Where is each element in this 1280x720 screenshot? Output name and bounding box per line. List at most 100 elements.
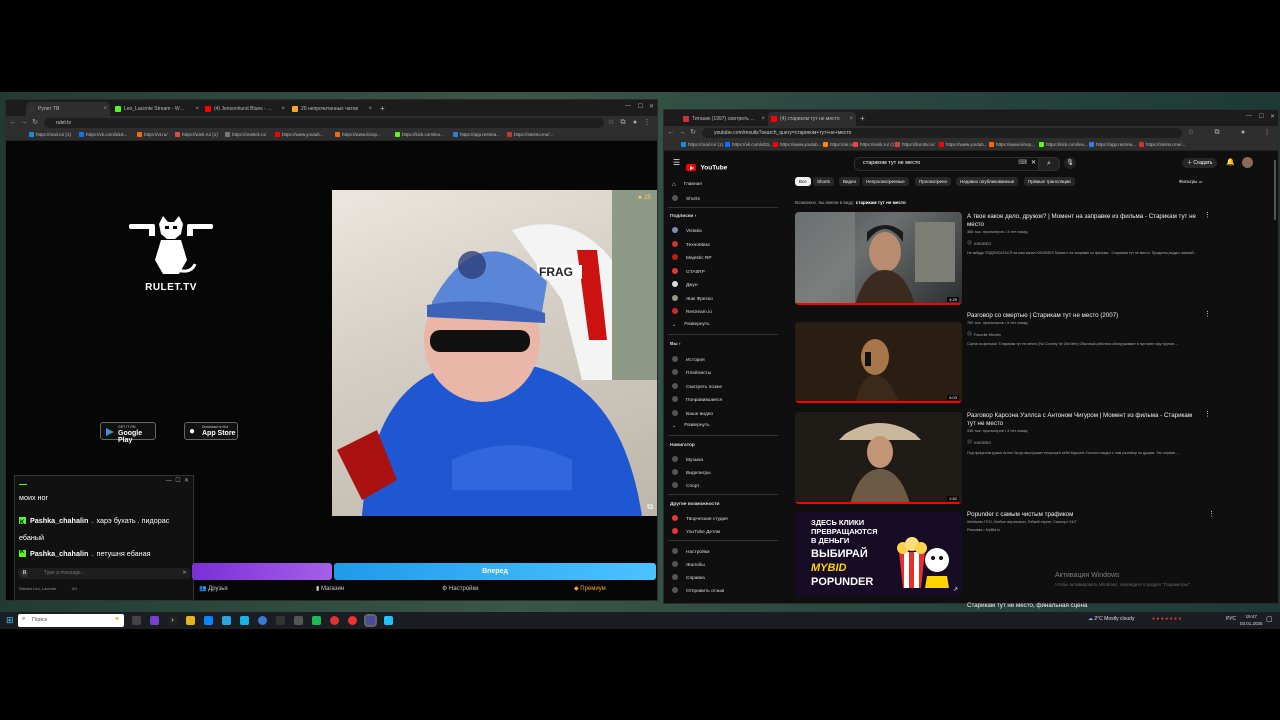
bookmark-item[interactable]: https://vt.ru/: [136, 131, 168, 139]
sidebar-item-sports[interactable]: Спорт: [672, 482, 700, 489]
back-icon[interactable]: ←: [666, 128, 676, 138]
taskbar-app-icon[interactable]: [150, 616, 159, 625]
taskbar-app-icon[interactable]: [276, 616, 285, 625]
sidebar-sub-item[interactable]: GTA5RP: [672, 268, 705, 275]
video-title[interactable]: А твое какое дело, дружок? | Момент на з…: [967, 213, 1197, 229]
app-store-button[interactable]: ● Download on the App Store: [184, 422, 238, 440]
chat-window-controls[interactable]: — ☐ ✕: [166, 477, 189, 484]
maximize-icon[interactable]: ☐: [638, 103, 643, 110]
sidebar-item-liked[interactable]: Понравившиеся: [672, 396, 722, 403]
sidebar-item-feedback[interactable]: Отправить отзыв: [672, 587, 724, 594]
windows-start-icon[interactable]: ⊞: [6, 615, 14, 626]
taskbar-app-icon[interactable]: [330, 616, 339, 625]
bookmark-item[interactable]: https://www.kinop...: [988, 141, 1035, 149]
sidebar-item-music[interactable]: Музыка: [672, 456, 703, 463]
more-options-icon[interactable]: ⋮: [1204, 211, 1211, 219]
chip-shorts[interactable]: Shorts: [813, 177, 835, 186]
maximize-icon[interactable]: ☐: [1259, 113, 1264, 120]
notifications-icon[interactable]: 🔔: [1226, 158, 1235, 166]
sidebar-item-watch-later[interactable]: Смотреть позже: [672, 383, 722, 390]
chrome-icon[interactable]: [348, 616, 357, 625]
language-indicator[interactable]: РУС: [1226, 616, 1236, 622]
webcam-video[interactable]: FRAG ★ 25 ⧉: [332, 190, 657, 516]
video-thumbnail[interactable]: 2:52: [795, 412, 962, 504]
scrollbar[interactable]: [1274, 160, 1276, 220]
ad-sponsor[interactable]: Реклама • MyBid.io: [967, 528, 1000, 532]
url-field[interactable]: youtube.com/results?search_query=старико…: [702, 128, 1182, 138]
sidebar-sub-item[interactable]: ТехноМикс: [672, 241, 710, 248]
bookmark-item[interactable]: https://www.youtub...: [772, 141, 822, 149]
sidebar-item-kids[interactable]: YouTube Детям: [672, 528, 720, 535]
video-thumbnail[interactable]: 6:03: [795, 322, 962, 403]
chip-watched[interactable]: Просмотрено: [915, 177, 952, 186]
camera-switch-icon[interactable]: ⧉: [647, 502, 653, 512]
close-tab-icon[interactable]: ×: [849, 112, 853, 126]
ad-thumbnail[interactable]: ЗДЕСЬ КЛИКИ ПРЕВРАЩАЮТСЯ В ДЕНЬГИ ВЫБИРА…: [795, 512, 962, 596]
taskbar-app-icon[interactable]: [240, 616, 249, 625]
extensions-icon[interactable]: ⧉: [1212, 128, 1222, 138]
nav-shop[interactable]: ▮ Магазин: [316, 585, 344, 592]
telegram-icon[interactable]: [222, 616, 231, 625]
bookmark-item[interactable]: https://wink.ru/ (1): [852, 141, 896, 149]
clear-search-icon[interactable]: ✕: [1031, 159, 1036, 166]
taskbar-app-icon[interactable]: ›: [168, 616, 177, 625]
sidebar-item-history[interactable]: История: [672, 356, 705, 363]
bookmark-item[interactable]: https://onetick.ru/: [224, 131, 266, 139]
menu-icon[interactable]: ⋮: [642, 118, 652, 128]
bookmark-item[interactable]: https://mail.ru/ (1): [680, 141, 723, 149]
sidebar-sub-item[interactable]: Жак Фреско: [672, 295, 713, 302]
file-explorer-icon[interactable]: [186, 616, 195, 625]
close-tab-icon[interactable]: ×: [103, 102, 107, 116]
forward-icon[interactable]: →: [19, 118, 29, 128]
nav-settings[interactable]: ⚙ Настройки: [442, 585, 478, 592]
bookmark-item[interactable]: https://www.youtub...: [938, 141, 988, 149]
bookmark-item[interactable]: https://vk.com/id15...: [724, 141, 773, 149]
sidebar-expand[interactable]: ⌄ Развернуть: [672, 322, 710, 328]
close-window-icon[interactable]: ✕: [649, 103, 654, 110]
sidebar-sub-item[interactable]: Restream.io: [672, 308, 712, 315]
minimize-icon[interactable]: —: [1246, 113, 1252, 119]
sidebar-item-your-videos[interactable]: Ваше видео: [672, 410, 713, 417]
profile-icon[interactable]: ●: [630, 118, 640, 128]
taskbar-app-icon[interactable]: [384, 616, 393, 625]
video-title[interactable]: Разговор со смертью | Старикам тут не ме…: [967, 312, 1197, 320]
close-window-icon[interactable]: ✕: [1270, 113, 1275, 120]
bookmark-item[interactable]: https://app.restrea...: [452, 131, 500, 139]
chip-unwatched[interactable]: Непросмотренные: [862, 177, 909, 186]
obs-icon[interactable]: [364, 614, 377, 627]
tab-rulet[interactable]: Рулет ТВ ×: [26, 102, 110, 116]
chip-live[interactable]: Прямые трансляции: [1024, 177, 1075, 186]
weather-widget[interactable]: ☁ 2°C Mostly cloudy: [1088, 616, 1134, 622]
sidebar-item-home[interactable]: ⌂ Главная: [672, 182, 702, 188]
bookmark-item[interactable]: https://ok.ru/: [822, 141, 855, 149]
sidebar-item-reports[interactable]: Жалобы: [672, 561, 705, 568]
taskbar-app-icon[interactable]: [312, 616, 321, 625]
youtube-logo[interactable]: YouTube: [686, 159, 727, 172]
minimize-icon[interactable]: —: [625, 103, 631, 109]
tab-kick-stream[interactable]: Leo_Laconte Stream - Watch Li×: [112, 102, 202, 116]
extensions-icon[interactable]: ⧉: [618, 118, 628, 128]
video-channel[interactable]: KINOBEO: [967, 439, 991, 445]
filters-button[interactable]: Фильтры ⚌: [1179, 179, 1203, 185]
clock[interactable]: 19:47 03.01.2025: [1240, 613, 1263, 627]
bookmark-star-icon[interactable]: ☆: [606, 118, 616, 128]
next-video-title[interactable]: Старикам тут не место, финальная сцена: [967, 602, 1197, 610]
taskbar-app-icon[interactable]: [294, 616, 303, 625]
sidebar-item-shorts[interactable]: Shorts: [672, 195, 700, 202]
tab-youtube-search[interactable]: (4) стариком тут не место ×: [768, 112, 856, 126]
you-header[interactable]: Вы ›: [670, 342, 681, 347]
hamburger-menu-icon[interactable]: ☰: [673, 158, 680, 167]
keyboard-icon[interactable]: ⌨: [1018, 159, 1027, 166]
sidebar-item-gaming[interactable]: Видеоигры: [672, 469, 711, 476]
chip-videos[interactable]: Видео: [839, 177, 861, 186]
ad-title[interactable]: Popunder с самым чистым трафиком: [967, 511, 1197, 519]
tab-youtube-blues[interactable]: (4) Jensonhurst Blues - Осно 1×: [202, 102, 288, 116]
sidebar-item-studio[interactable]: Творческая студия: [672, 515, 728, 522]
new-tab-button[interactable]: +: [857, 112, 869, 126]
close-tab-icon[interactable]: ×: [195, 102, 199, 116]
more-options-icon[interactable]: ⋮: [1208, 510, 1215, 518]
tray-icons[interactable]: ● ● ● ● ● ● ●: [1152, 616, 1181, 622]
sidebar-sub-item[interactable]: Majestic RP: [672, 254, 712, 261]
bookmark-item[interactable]: https://vk.com/id15...: [78, 131, 127, 139]
tab-chats[interactable]: 20 непрочитанных чатов ×: [289, 102, 375, 116]
